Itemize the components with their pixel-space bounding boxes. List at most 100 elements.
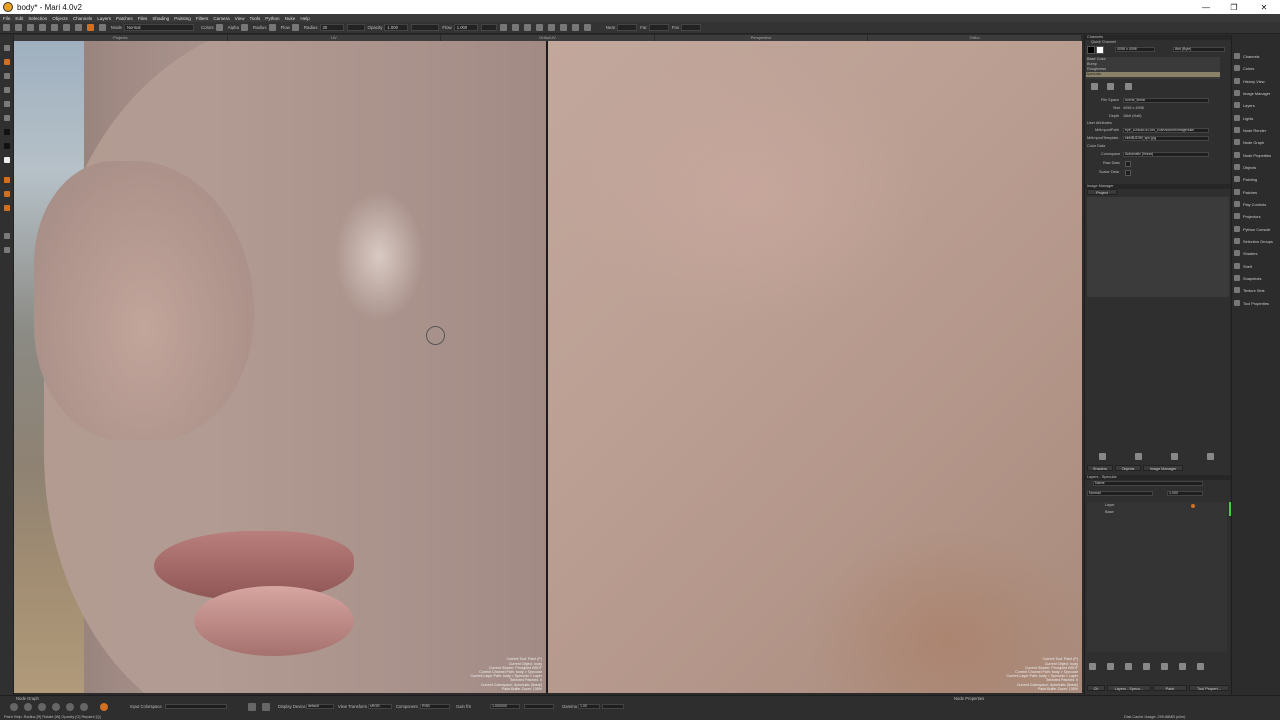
add-layer-icon[interactable] [1089, 663, 1096, 670]
mirror-icon[interactable] [535, 24, 543, 31]
radius-field[interactable]: 30 [319, 24, 344, 31]
select-tool-icon[interactable] [4, 45, 10, 51]
maximize-button[interactable]: ❐ [1220, 0, 1248, 14]
circle-icon[interactable] [52, 703, 60, 711]
far-field[interactable] [648, 24, 669, 31]
near-field[interactable] [617, 24, 638, 31]
radius-slider[interactable] [346, 24, 365, 31]
raw-data-checkbox[interactable] [1125, 161, 1131, 167]
menu-selection[interactable]: Selection [28, 16, 47, 21]
polygon-icon[interactable] [80, 703, 88, 711]
palette-layers[interactable]: Layers [1234, 99, 1280, 111]
alpha-toggle[interactable] [240, 24, 248, 31]
tab-image-manager[interactable]: Image Manager [1143, 465, 1183, 471]
import-template-field[interactable]: skin$UDIM_spc.jpg [1123, 136, 1209, 141]
palette-objects[interactable]: Objects [1234, 161, 1280, 173]
tab-tool-properties[interactable]: Tool Propert... [1189, 685, 1229, 691]
menu-files[interactable]: Files [138, 16, 148, 21]
menu-help[interactable]: Help [300, 16, 309, 21]
palette-image-manager[interactable]: Image Manager [1234, 87, 1280, 99]
import-path-field[interactable]: eye_DAMAGE/Jiru_Elan/source/image/skin [1123, 128, 1209, 133]
palette-selection-groups[interactable]: Selection Groups [1234, 235, 1280, 247]
palette-projectors[interactable]: Projectors [1234, 210, 1280, 222]
foreground-color-swatch[interactable] [4, 129, 10, 135]
layer-item[interactable]: Layer [1105, 503, 1115, 507]
view-icon[interactable] [559, 24, 567, 31]
channel-item[interactable]: Bump [1087, 62, 1097, 66]
menu-filters[interactable]: Filters [196, 16, 209, 21]
rotate-icon[interactable] [38, 703, 46, 711]
palette-colors[interactable]: Colors [1234, 62, 1280, 74]
gamma-field[interactable]: 1.00 [578, 704, 600, 709]
pan-icon[interactable] [24, 703, 32, 711]
view-transform-dropdown[interactable]: sRGB [368, 704, 392, 709]
menu-view[interactable]: View [235, 16, 245, 21]
eraser-tool-icon[interactable] [4, 73, 10, 79]
channel-item[interactable]: Base Color [1087, 57, 1106, 61]
bake-tool-icon[interactable] [4, 177, 10, 183]
palette-history-view[interactable]: History View [1234, 75, 1280, 87]
minimize-button[interactable]: — [1192, 0, 1220, 14]
stencil-tool-icon[interactable] [4, 247, 10, 253]
layer-opacity-field[interactable]: 1.000 [1167, 491, 1203, 496]
grid-icon[interactable] [499, 24, 507, 31]
palette-channels[interactable]: Channels [1234, 50, 1280, 62]
flow-toggle[interactable] [291, 24, 299, 31]
palette-python-console[interactable]: Python Console [1234, 223, 1280, 235]
viewport-perspective-left[interactable]: Current Tool: Paint (P) Current Object: … [14, 41, 546, 693]
close-button[interactable]: ✕ [1250, 0, 1278, 14]
palette-shaders[interactable]: Shaders [1234, 247, 1280, 259]
palette-painting[interactable]: Painting [1234, 173, 1280, 185]
refresh-colorspace-icon[interactable] [262, 703, 270, 711]
palette-node-properties[interactable]: Node Properties [1234, 149, 1280, 161]
menu-nuke[interactable]: Nuke [285, 16, 296, 21]
grid-tool-icon[interactable] [4, 233, 10, 239]
channel-item-selected[interactable]: Specular [1086, 72, 1220, 77]
lock-icon[interactable] [511, 24, 519, 31]
component-dropdown[interactable]: RGB [420, 704, 450, 709]
menu-painting[interactable]: Painting [174, 16, 191, 21]
opacity-field[interactable]: 1.000 [384, 24, 409, 31]
smudge-tool-icon[interactable] [4, 115, 10, 121]
lasso-icon[interactable] [66, 703, 74, 711]
mode-dropdown[interactable]: Normal [123, 24, 194, 31]
gain-field[interactable]: 1.000000 [490, 704, 520, 709]
add-group-icon[interactable] [1107, 663, 1114, 670]
project-tool-icon[interactable] [4, 191, 10, 197]
display-device-dropdown[interactable]: default [306, 704, 334, 709]
menu-channels[interactable]: Channels [73, 16, 92, 21]
add-channel-icon[interactable] [1091, 83, 1098, 90]
channel-menu-icon[interactable] [1125, 83, 1132, 90]
blend-mode-dropdown[interactable]: Normal [1087, 491, 1153, 496]
brush-icon[interactable] [99, 24, 106, 31]
frame-icon[interactable] [547, 24, 555, 31]
menu-camera[interactable]: Camera [213, 16, 229, 21]
clone-tool-icon[interactable] [4, 87, 10, 93]
move-icon[interactable] [10, 703, 18, 711]
tab-shaders[interactable]: Shaders [1087, 465, 1113, 471]
white-swatch[interactable] [1096, 46, 1104, 54]
blur-tool-icon[interactable] [4, 101, 10, 107]
flow-slider[interactable] [480, 24, 497, 31]
palette-lights[interactable]: Lights [1234, 112, 1280, 124]
file-space-field[interactable]: scene_linear [1123, 98, 1209, 103]
menu-edit[interactable]: Edit [15, 16, 23, 21]
radius-toggle[interactable] [268, 24, 276, 31]
input-colorspace-dropdown[interactable] [165, 704, 227, 709]
image-manager-area[interactable] [1087, 197, 1229, 297]
menu-python[interactable]: Python [265, 16, 279, 21]
delete-layer-icon[interactable] [1197, 663, 1204, 670]
palette-node-graph[interactable]: Node Graph [1234, 136, 1280, 148]
scalar-data-checkbox[interactable] [1125, 170, 1131, 176]
flow-field[interactable]: 1.000 [453, 24, 478, 31]
mask-layer-icon[interactable] [1161, 663, 1168, 670]
menu-tools[interactable]: Tools [250, 16, 261, 21]
layer-search-input[interactable]: Name [1093, 481, 1203, 486]
duplicate-layer-icon[interactable] [1179, 663, 1186, 670]
node-graph-tab[interactable]: Node Graph [16, 696, 39, 701]
channel-size-dropdown[interactable]: 4096 x 4096 [1115, 47, 1155, 52]
redo-icon[interactable] [51, 24, 58, 31]
snapshot-icon[interactable] [583, 24, 591, 31]
channel-depth-dropdown[interactable]: 8bit (Byte) [1173, 47, 1225, 52]
delete-icon[interactable] [75, 24, 82, 31]
